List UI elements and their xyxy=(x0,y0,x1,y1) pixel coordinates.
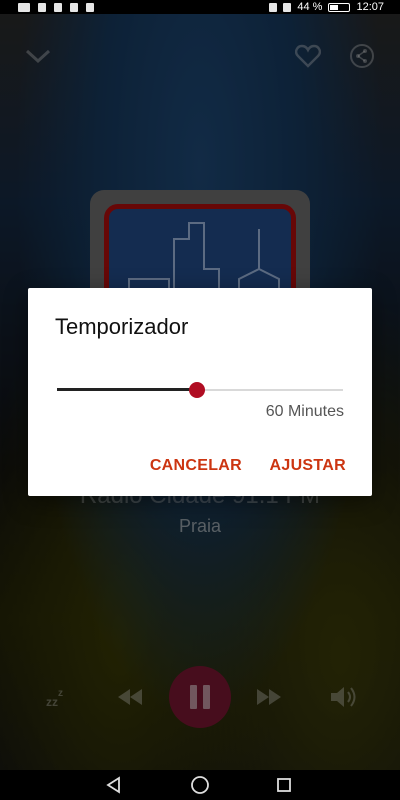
eye-icon xyxy=(283,2,292,12)
app-icon xyxy=(86,2,94,12)
slider-fill xyxy=(57,388,198,391)
slider-thumb[interactable] xyxy=(189,382,206,398)
data-icon xyxy=(54,2,62,12)
slider-value-label: 60 Minutes xyxy=(265,403,344,420)
navigation-bar xyxy=(0,770,400,800)
status-left-icons xyxy=(18,0,94,14)
notification-icon xyxy=(18,2,30,12)
dialog-title: Temporizador xyxy=(55,314,189,339)
recents-icon xyxy=(277,778,291,792)
status-right-icons: 44 % 12:07 xyxy=(269,0,384,14)
app-icon xyxy=(70,2,78,12)
back-icon xyxy=(106,776,120,794)
cancel-button[interactable]: CANCELAR xyxy=(150,457,242,475)
apply-button[interactable]: AJUSTAR xyxy=(270,457,346,475)
sleep-timer-dialog: Temporizador 60 Minutes CANCELAR AJUSTAR xyxy=(28,288,372,496)
signal-icon xyxy=(38,2,46,12)
battery-level xyxy=(330,4,339,10)
clock: 12:07 xyxy=(356,1,384,13)
timer-slider[interactable] xyxy=(57,380,343,400)
home-button[interactable] xyxy=(188,775,212,795)
status-bar: 44 % 12:07 xyxy=(0,0,400,14)
home-icon xyxy=(191,776,209,794)
battery-percent: 44 % xyxy=(297,1,323,13)
battery-icon xyxy=(328,2,351,12)
bluetooth-icon xyxy=(269,2,278,12)
back-button[interactable] xyxy=(102,775,126,795)
recents-button[interactable] xyxy=(272,775,296,795)
